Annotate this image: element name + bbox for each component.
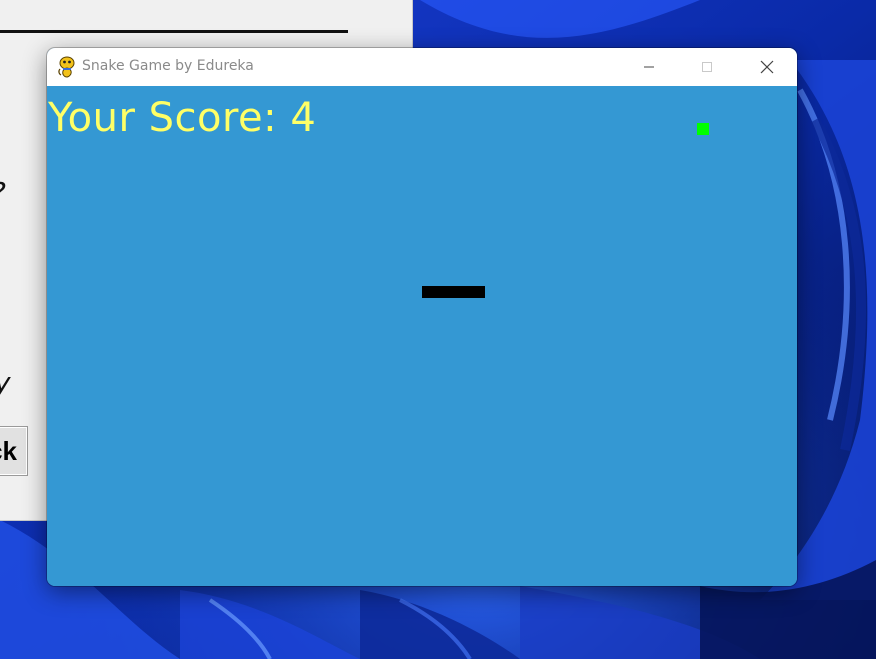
game-canvas[interactable]: Your Score: 4 [47,86,797,586]
score-display: Your Score: 4 [48,95,317,141]
pygame-snake-icon [58,56,75,78]
divider-line [0,30,348,33]
game-window[interactable]: Snake Game by Edureka Your Score: 4 [47,48,797,586]
background-text: y [0,366,11,399]
title-bar[interactable]: Snake Game by Edureka [47,48,797,86]
window-title: Snake Game by Edureka [82,58,254,74]
background-app-button[interactable]: ck [0,426,28,476]
minimize-button[interactable] [620,48,678,86]
background-text: ? [0,176,6,209]
minimize-icon [644,66,654,68]
snake-body [422,286,485,298]
maximize-button[interactable] [678,48,736,86]
close-button[interactable] [738,48,796,86]
food-pellet [697,123,709,135]
maximize-icon [702,62,712,72]
close-icon [760,60,774,74]
